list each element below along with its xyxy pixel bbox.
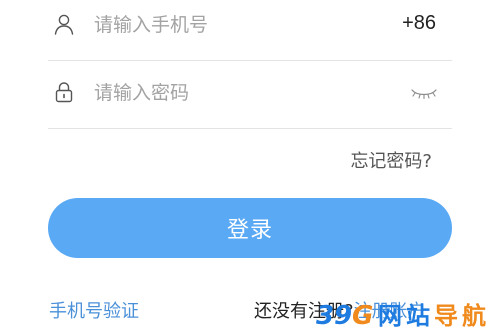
register-prompt: 还没有注册? — [254, 301, 354, 322]
divider — [48, 128, 452, 129]
sms-login-link[interactable]: 手机号验证 — [49, 297, 139, 323]
svg-text:航: 航 — [462, 302, 486, 329]
password-input[interactable] — [94, 78, 384, 108]
user-icon — [54, 14, 74, 35]
register-row: 还没有注册?注册账户 — [254, 297, 426, 323]
phone-input[interactable] — [94, 10, 384, 40]
svg-text:导: 导 — [434, 302, 458, 329]
eye-closed-icon[interactable] — [410, 84, 438, 102]
divider — [48, 60, 452, 61]
login-button[interactable]: 登录 — [48, 198, 452, 258]
phone-field[interactable]: +86 — [48, 0, 452, 56]
register-link[interactable]: 注册账户 — [354, 301, 426, 322]
password-field[interactable] — [48, 64, 452, 124]
country-code-selector[interactable]: +86 — [402, 12, 436, 35]
forgot-password-link[interactable]: 忘记密码? — [350, 147, 432, 173]
lock-icon — [55, 82, 73, 103]
